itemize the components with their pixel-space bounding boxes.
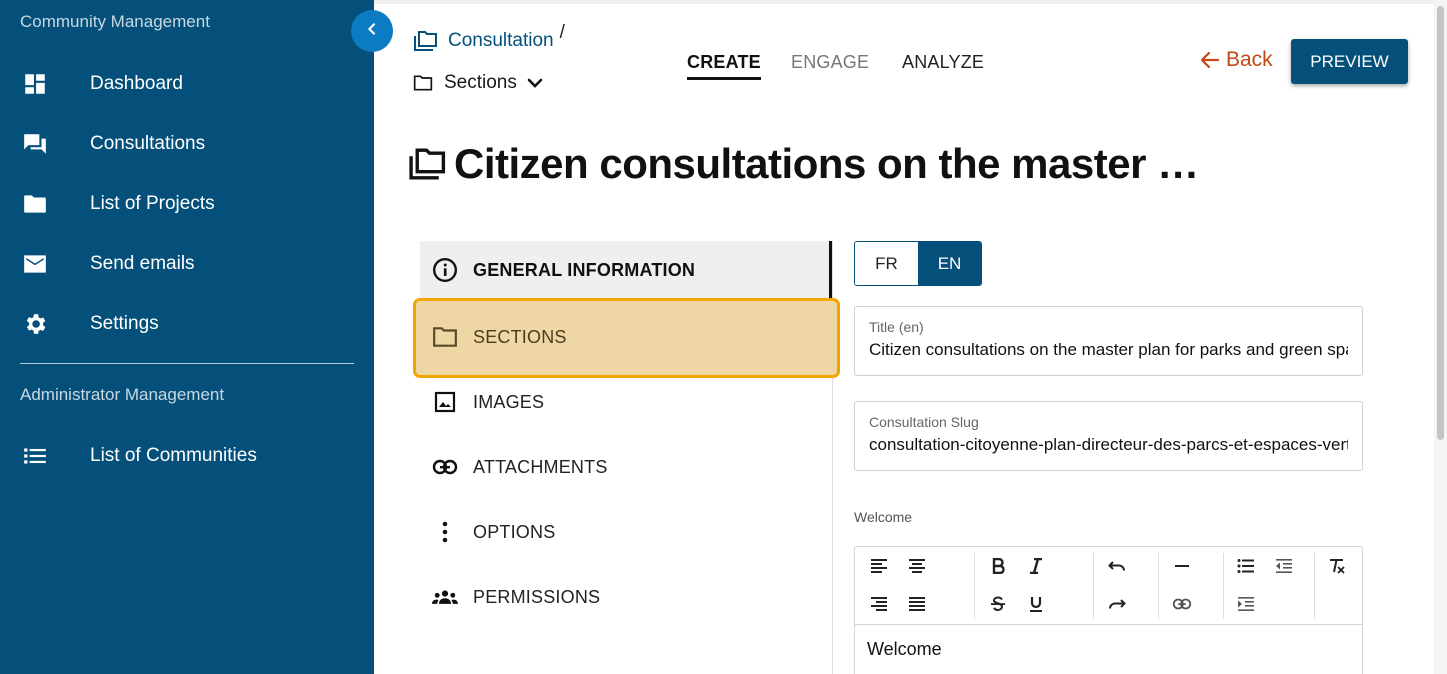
sidebar-item-label: Dashboard <box>90 73 183 94</box>
forum-icon <box>21 130 49 158</box>
editor-toolbar <box>855 547 1362 625</box>
scrollbar-thumb[interactable] <box>1437 6 1444 440</box>
menu-item-label: SECTIONS <box>473 326 567 347</box>
breadcrumb-consultation-link[interactable]: Consultation <box>448 30 554 52</box>
sidebar-item-consultations[interactable]: Consultations <box>0 120 374 168</box>
align-left-icon[interactable] <box>866 553 892 579</box>
strikethrough-icon[interactable] <box>985 591 1011 617</box>
gear-icon <box>21 310 49 338</box>
menu-item-sections[interactable]: SECTIONS <box>420 307 832 367</box>
mail-icon <box>21 250 49 278</box>
tab-analyze[interactable]: ANALYZE <box>902 52 984 73</box>
sidebar-section-admin: Administrator Management <box>20 385 225 404</box>
breadcrumb-separator: / <box>559 22 565 43</box>
sidebar-divider <box>20 363 354 364</box>
undo-icon[interactable] <box>1104 553 1130 579</box>
menu-item-permissions[interactable]: PERMISSIONS <box>420 567 832 627</box>
clear-formatting-icon[interactable] <box>1324 553 1350 579</box>
info-icon <box>432 257 458 283</box>
language-toggle: FR EN <box>854 241 982 286</box>
bold-icon[interactable] <box>985 553 1011 579</box>
slug-field[interactable]: Consultation Slug consultation-citoyenne… <box>854 401 1363 471</box>
sidebar-item-label: List of Communities <box>90 445 257 466</box>
back-button-label: Back <box>1226 48 1273 71</box>
page-title-text: Citizen consultations on the master … <box>454 140 1199 187</box>
toolbar-separator <box>1158 553 1159 619</box>
menu-item-options[interactable]: OPTIONS <box>420 502 832 562</box>
toolbar-separator <box>1314 553 1315 619</box>
consultation-folders-icon <box>413 30 439 52</box>
group-icon <box>432 584 458 610</box>
image-icon <box>432 389 458 415</box>
back-button[interactable]: Back <box>1200 48 1273 72</box>
breadcrumb: Consultation / <box>413 22 565 52</box>
sections-dropdown-label: Sections <box>444 72 517 93</box>
sidebar-item-communities[interactable]: List of Communities <box>0 432 374 480</box>
menu-item-label: PERMISSIONS <box>473 586 601 607</box>
toolbar-separator <box>1223 553 1224 619</box>
sidebar-item-label: Send emails <box>90 253 195 274</box>
sidebar: Community Management Dashboard Consultat… <box>0 0 374 674</box>
menu-item-general-information[interactable]: GENERAL INFORMATION <box>420 241 832 299</box>
title-field[interactable]: Title (en) Citizen consultations on the … <box>854 306 1363 376</box>
sidebar-item-dashboard[interactable]: Dashboard <box>0 60 374 108</box>
menu-item-label: ATTACHMENTS <box>473 456 608 477</box>
folder-outline-icon <box>432 324 458 350</box>
lang-fr-button[interactable]: FR <box>855 242 918 285</box>
sidebar-item-label: Settings <box>90 313 159 334</box>
menu-item-label: OPTIONS <box>473 521 556 542</box>
underline-icon[interactable] <box>1023 591 1049 617</box>
collapse-sidebar-button[interactable] <box>351 10 393 52</box>
title-field-label: Title (en) <box>869 319 924 335</box>
outdent-icon[interactable] <box>1271 553 1297 579</box>
link-icon <box>432 454 458 480</box>
menu-item-attachments[interactable]: ATTACHMENTS <box>420 437 832 497</box>
menu-item-label: IMAGES <box>473 391 545 412</box>
folder-icon <box>21 190 49 218</box>
chevron-left-icon <box>364 21 380 42</box>
toolbar-separator <box>1093 553 1094 619</box>
redo-icon[interactable] <box>1104 591 1130 617</box>
sidebar-item-label: List of Projects <box>90 193 215 214</box>
bullet-list-icon[interactable] <box>1233 553 1259 579</box>
sidebar-section-community: Community Management <box>20 12 210 31</box>
sidebar-item-label: Consultations <box>90 133 206 154</box>
sidebar-item-settings[interactable]: Settings <box>0 300 374 348</box>
folder-outline-icon <box>413 74 433 92</box>
sidebar-item-send-emails[interactable]: Send emails <box>0 240 374 288</box>
title-field-value[interactable]: Citizen consultations on the master plan… <box>869 340 1348 360</box>
align-center-icon[interactable] <box>904 553 930 579</box>
topbar-border <box>374 0 1434 4</box>
horizontal-rule-icon[interactable] <box>1169 553 1195 579</box>
menu-item-label: GENERAL INFORMATION <box>473 259 696 280</box>
sidebar-item-projects[interactable]: List of Projects <box>0 180 374 228</box>
arrow-left-icon <box>1200 51 1220 69</box>
slug-field-label: Consultation Slug <box>869 414 979 430</box>
sections-dropdown[interactable]: Sections <box>413 72 543 94</box>
consultation-folders-icon <box>408 146 448 182</box>
tab-engage[interactable]: ENGAGE <box>791 52 869 73</box>
chevron-down-icon <box>527 77 543 89</box>
menu-item-images[interactable]: IMAGES <box>420 372 832 432</box>
insert-link-icon[interactable] <box>1169 591 1195 617</box>
page-title: Citizen consultations on the master … <box>408 140 1199 188</box>
preview-button[interactable]: PREVIEW <box>1291 39 1408 84</box>
align-justify-icon[interactable] <box>904 591 930 617</box>
list-icon <box>21 442 49 470</box>
lang-en-button[interactable]: EN <box>918 242 981 285</box>
italic-icon[interactable] <box>1023 553 1049 579</box>
welcome-editor: Welcome <box>854 546 1363 674</box>
editor-content[interactable]: Welcome <box>867 639 942 660</box>
indent-icon[interactable] <box>1233 591 1259 617</box>
slug-field-value[interactable]: consultation-citoyenne-plan-directeur-de… <box>869 435 1348 455</box>
toolbar-separator <box>974 553 975 619</box>
more-vertical-icon <box>432 519 458 545</box>
welcome-label: Welcome <box>854 509 913 525</box>
align-right-icon[interactable] <box>866 591 892 617</box>
tab-create[interactable]: CREATE <box>687 52 761 80</box>
dashboard-icon <box>21 70 49 98</box>
